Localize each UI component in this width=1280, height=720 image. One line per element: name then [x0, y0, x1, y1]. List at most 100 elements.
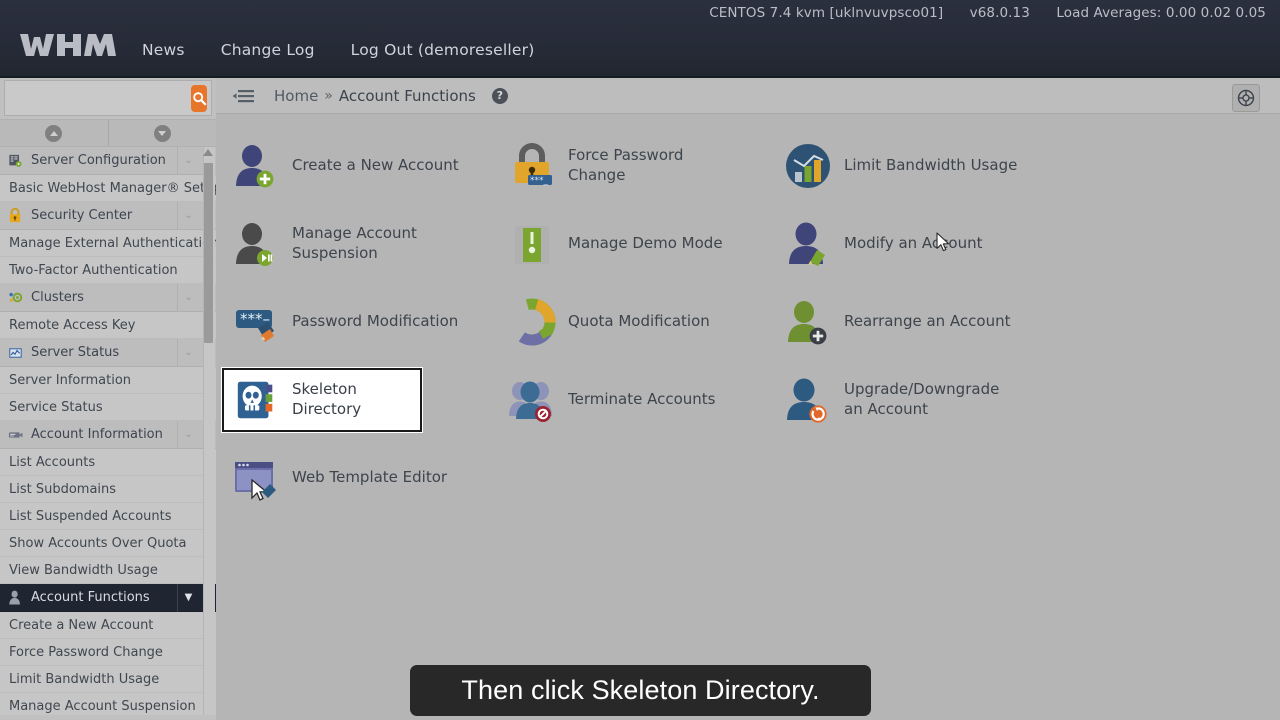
tile-row: Create a New Account ***_ Force Password C…	[222, 127, 1280, 205]
user-suspend-icon	[230, 218, 282, 270]
sidebar-item-manage-external-authentications[interactable]: Manage External Authentications	[0, 230, 216, 257]
tile-upgrade-downgrade-an-account[interactable]: Upgrade/Downgrade an Account	[774, 361, 1050, 439]
chevron-down-icon[interactable]: ▼	[177, 583, 199, 612]
left-sidebar: Server Configuration ⌄ Basic WebHost Manag…	[0, 78, 216, 720]
sidebar-group-label: Account Functions	[31, 590, 150, 605]
hamburger-menu-icon[interactable]	[232, 87, 256, 105]
tile-web-template-editor[interactable]: Web Template Editor	[222, 439, 498, 517]
tile-label: Terminate Accounts	[568, 390, 716, 409]
whm-logo-icon	[20, 34, 116, 56]
main-content: Create a New Account ***_ Force Password C…	[216, 115, 1280, 720]
expand-all-button[interactable]	[107, 120, 216, 146]
scroll-up-arrow-icon[interactable]	[203, 149, 213, 156]
nav-link-news[interactable]: News	[124, 41, 203, 59]
sidebar-group-security-center[interactable]: Security Center ⌄	[0, 201, 216, 230]
sidebar-item-list-subdomains[interactable]: List Subdomains	[0, 476, 216, 503]
sidebar-scrollbar[interactable]	[203, 147, 215, 715]
sidebar-group-label: Server Configuration	[31, 153, 166, 168]
tile-row: Skeleton Directory Terminate Accounts Upgr…	[222, 361, 1280, 439]
chevron-down-icon[interactable]: ⌄	[177, 338, 199, 367]
sidebar-item-list-suspended-accounts[interactable]: List Suspended Accounts	[0, 503, 216, 530]
sidebar-group-label: Account Information	[31, 427, 163, 442]
tile-row: Manage Account Suspension Manage Demo Mod…	[222, 205, 1280, 283]
tile-rearrange-an-account[interactable]: Rearrange an Account	[774, 283, 1050, 361]
support-button[interactable]	[1232, 84, 1260, 112]
tile-skeleton-directory[interactable]: Skeleton Directory	[222, 368, 422, 432]
tile-limit-bandwidth-usage[interactable]: Limit Bandwidth Usage	[774, 127, 1050, 205]
chevron-down-icon[interactable]: ⌄	[177, 420, 199, 449]
sidebar-item-limit-bandwidth-usage[interactable]: Limit Bandwidth Usage	[0, 666, 216, 693]
sidebar-item-show-accounts-over-quota[interactable]: Show Accounts Over Quota	[0, 530, 216, 557]
tile-modify-an-account[interactable]: Modify an Account	[774, 205, 1050, 283]
whm-app-window: CENTOS 7.4 kvm [uklnvuvpsco01] v68.0.13 …	[0, 0, 1280, 720]
server-meta-info: CENTOS 7.4 kvm [uklnvuvpsco01] v68.0.13 …	[709, 5, 1266, 21]
cluster-icon	[6, 290, 24, 306]
breadcrumb-home[interactable]: Home	[274, 87, 318, 105]
user-move-icon	[782, 296, 834, 348]
tutorial-caption-box: Then click Skeleton Directory.	[410, 665, 871, 716]
sidebar-item-service-status[interactable]: Service Status	[0, 394, 216, 421]
sidebar-item-manage-account-suspension[interactable]: Manage Account Suspension	[0, 693, 216, 715]
padlock-password-icon: ***_	[506, 140, 558, 192]
top-navigation-bar: CENTOS 7.4 kvm [uklnvuvpsco01] v68.0.13 …	[0, 0, 1280, 78]
tile-terminate-accounts[interactable]: Terminate Accounts	[498, 361, 774, 439]
sidebar-item-list-accounts[interactable]: List Accounts	[0, 449, 216, 476]
top-nav-links: News Change Log Log Out (demoreseller)	[124, 41, 552, 59]
tile-manage-demo-mode[interactable]: Manage Demo Mode	[498, 205, 774, 283]
sidebar-item-force-password-change[interactable]: Force Password Change	[0, 639, 216, 666]
sidebar-item-two-factor-authentication[interactable]: Two-Factor Authentication	[0, 257, 216, 284]
tile-label: Create a New Account	[292, 156, 459, 175]
tile-label: Manage Account Suspension	[292, 224, 417, 262]
load-averages-label: Load Averages: 0.00 0.02 0.05	[1056, 5, 1266, 21]
search-button[interactable]	[191, 84, 207, 112]
tile-force-password-change[interactable]: ***_ Force Password Change	[498, 127, 774, 205]
nav-link-logout[interactable]: Log Out (demoreseller)	[333, 41, 553, 59]
tile-quota-modification[interactable]: Quota Modification	[498, 283, 774, 361]
sidebar-nav-list: Server Configuration ⌄ Basic WebHost Manag…	[0, 147, 216, 715]
sidebar-item-remote-access-key[interactable]: Remote Access Key	[0, 312, 216, 339]
sidebar-group-server-status[interactable]: Server Status ⌄	[0, 338, 216, 367]
sidebar-group-clusters[interactable]: Clusters ⌄	[0, 283, 216, 312]
sidebar-group-account-functions[interactable]: Account Functions ▼	[0, 583, 216, 612]
user-upgrade-icon	[782, 374, 834, 426]
whm-logo[interactable]	[18, 30, 118, 60]
bar-chart-icon	[782, 140, 834, 192]
sidebar-collapse-row	[0, 119, 216, 147]
hamburger-glyph	[232, 89, 254, 102]
sidebar-search-row	[4, 80, 212, 116]
svg-text:***_: ***_	[530, 176, 549, 186]
lifebuoy-icon	[1237, 89, 1255, 107]
sidebar-group-account-information[interactable]: Account Information ⌄	[0, 420, 216, 449]
sidebar-item-create-a-new-account[interactable]: Create a New Account	[0, 612, 216, 639]
tile-create-a-new-account[interactable]: Create a New Account	[222, 127, 498, 205]
tile-label: Upgrade/Downgrade an Account	[844, 380, 1000, 418]
window-edit-icon	[230, 452, 282, 504]
server-config-icon	[6, 153, 24, 169]
tile-row: ***– Password Modification Quota Modificat…	[222, 283, 1280, 361]
tile-manage-account-suspension[interactable]: Manage Account Suspension	[222, 205, 498, 283]
tile-password-modification[interactable]: ***– Password Modification	[222, 283, 498, 361]
user-icon	[6, 590, 24, 606]
tile-label: Manage Demo Mode	[568, 234, 723, 253]
breadcrumb-separator: »	[324, 87, 333, 104]
collapse-all-button[interactable]	[0, 120, 108, 146]
chevron-down-icon[interactable]: ⌄	[177, 283, 199, 312]
tutorial-caption-text: Then click Skeleton Directory.	[461, 675, 820, 705]
users-terminate-icon	[506, 374, 558, 426]
search-input[interactable]	[5, 82, 191, 114]
chevron-down-icon[interactable]: ⌄	[177, 201, 199, 230]
sidebar-scrollbar-thumb[interactable]	[204, 163, 213, 343]
question-mark-icon[interactable]: ?	[491, 87, 508, 104]
sidebar-group-server-configuration[interactable]: Server Configuration ⌄	[0, 147, 216, 175]
server-os-label: CENTOS 7.4 kvm [uklnvuvpsco01]	[709, 5, 944, 21]
nav-link-change-log[interactable]: Change Log	[203, 41, 333, 59]
tile-row: Web Template Editor	[222, 439, 1280, 517]
sidebar-item-basic-webhost-manager-setup[interactable]: Basic WebHost Manager® Setup	[0, 175, 216, 202]
skull-book-icon	[230, 374, 282, 426]
sidebar-group-label: Security Center	[31, 208, 133, 223]
sidebar-item-server-information[interactable]: Server Information	[0, 367, 216, 394]
tile-label: Rearrange an Account	[844, 312, 1011, 331]
tile-label: Limit Bandwidth Usage	[844, 156, 1018, 175]
chevron-down-icon[interactable]: ⌄	[177, 147, 199, 175]
sidebar-item-view-bandwidth-usage[interactable]: View Bandwidth Usage	[0, 557, 216, 584]
